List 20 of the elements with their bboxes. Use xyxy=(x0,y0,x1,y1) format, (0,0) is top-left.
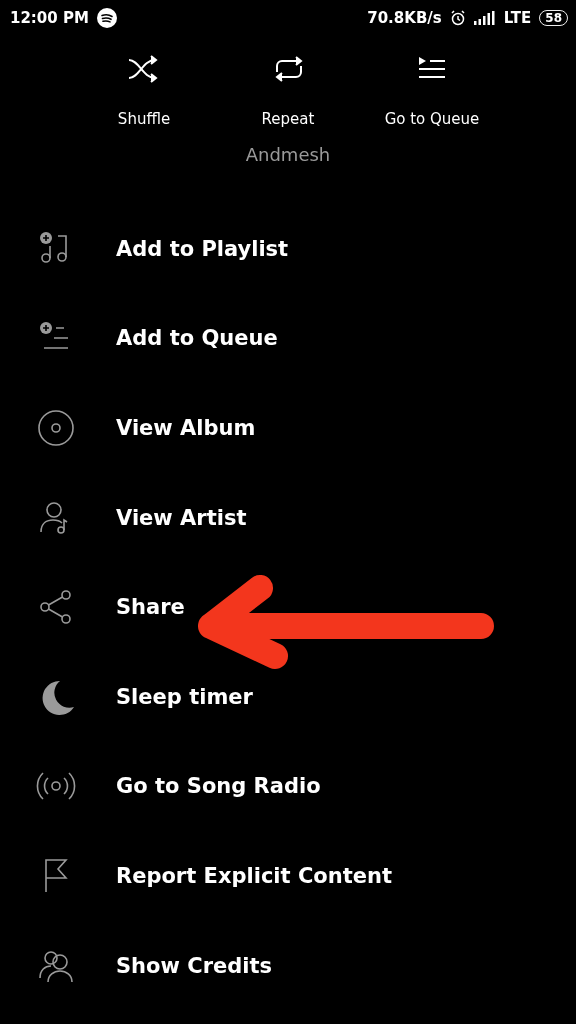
action-button[interactable]: Shuffle xyxy=(72,50,216,128)
status-time: 12:00 PM xyxy=(10,9,89,27)
menu-item[interactable]: Sleep timer xyxy=(0,651,576,742)
artist-name: Andmesh xyxy=(244,144,332,165)
menu-item[interactable]: Show Credits xyxy=(0,920,576,1011)
alarm-icon xyxy=(449,10,466,26)
menu-item[interactable]: Go to Song Radio xyxy=(0,741,576,832)
network-speed: 70.8KB/s xyxy=(367,9,442,27)
network-type: LTE xyxy=(503,9,532,27)
action-button[interactable]: Repeat xyxy=(216,50,360,128)
action-button[interactable]: Go to Queue xyxy=(360,50,504,128)
menu-item[interactable]: Add to Queue xyxy=(0,293,576,384)
menu-item[interactable]: Add to Playlist xyxy=(0,204,576,294)
signal-icon xyxy=(473,11,496,25)
menu-item[interactable]: View Album xyxy=(0,383,576,473)
spotify-logo-icon xyxy=(96,8,117,28)
disc-icon xyxy=(36,408,76,448)
menu-item[interactable]: Report Explicit Content xyxy=(0,831,576,921)
menu-item[interactable]: Share xyxy=(0,562,576,652)
menu-item[interactable]: View Artist xyxy=(0,472,576,563)
